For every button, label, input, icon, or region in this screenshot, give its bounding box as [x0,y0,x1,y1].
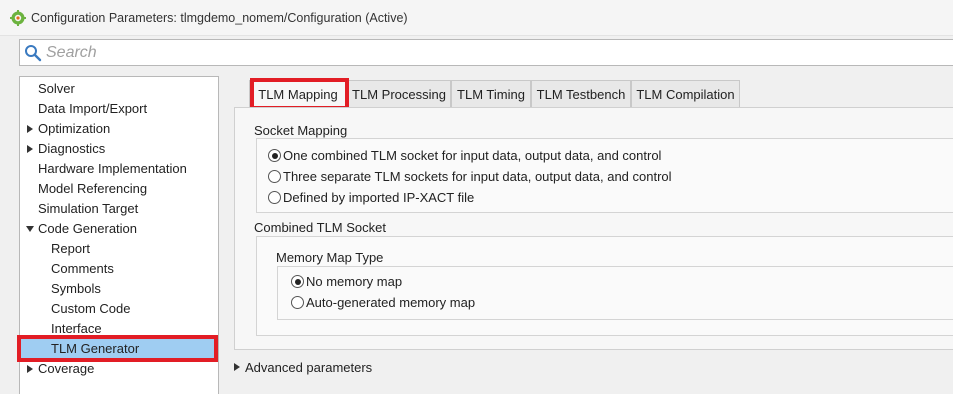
tab-tlm-timing[interactable]: TLM Timing [451,80,531,107]
search-icon [25,45,42,62]
tree-item-label: Hardware Implementation [38,161,187,176]
combined-socket-group: Memory Map Type No memory map Auto-gener… [256,236,953,336]
tree-item-comments[interactable]: Comments [20,259,218,279]
tree-item-report[interactable]: Report [20,239,218,259]
memory-map-group: No memory map Auto-generated memory map [277,266,953,320]
tree-item-simulation-target[interactable]: Simulation Target [20,199,218,219]
tree-item-coverage[interactable]: Coverage [20,359,218,379]
tree-item-label: Data Import/Export [38,101,148,116]
chevron-right-icon [234,363,240,371]
tree-item-tlm-generator[interactable]: TLM Generator [20,339,218,359]
tab-label: TLM Timing [457,86,525,102]
category-tree: Solver Data Import/Export Optimization D… [19,76,219,394]
radio-button[interactable] [268,191,281,204]
title-bar: Configuration Parameters: tlmgdemo_nomem… [0,0,953,36]
tab-tlm-mapping[interactable]: TLM Mapping [249,80,347,107]
radio-label: One combined TLM socket for input data, … [283,148,662,163]
radio-ip-xact-file[interactable]: Defined by imported IP-XACT file [268,190,474,205]
radio-label: Auto-generated memory map [306,295,476,310]
advanced-parameters-toggle[interactable]: Advanced parameters [232,358,372,376]
radio-button[interactable] [268,149,281,162]
tree-item-label: Code Generation [38,221,138,236]
tree-item-label: TLM Generator [51,341,140,356]
chevron-down-icon[interactable] [25,224,35,234]
tab-tlm-processing[interactable]: TLM Processing [347,80,451,107]
tree-item-label: Diagnostics [38,141,106,156]
tree-item-label: Coverage [38,361,95,376]
chevron-right-icon[interactable] [25,124,35,134]
tree-item-hardware-implementation[interactable]: Hardware Implementation [20,159,218,179]
tree-item-label: Comments [51,261,114,276]
radio-no-memory-map[interactable]: No memory map [291,274,402,289]
window-title: Configuration Parameters: tlmgdemo_nomem… [31,11,408,25]
socket-mapping-group: One combined TLM socket for input data, … [256,138,953,213]
tree-item-label: Interface [51,321,102,336]
tree-item-interface[interactable]: Interface [20,319,218,339]
tree-item-label: Report [51,241,91,256]
tab-label: TLM Testbench [536,86,626,102]
tree-item-label: Custom Code [51,301,131,316]
tab-tlm-compilation[interactable]: TLM Compilation [631,80,740,107]
radio-label: Three separate TLM sockets for input dat… [283,169,672,184]
search-input[interactable] [46,42,926,63]
tree-item-optimization[interactable]: Optimization [20,119,218,139]
tree-item-diagnostics[interactable]: Diagnostics [20,139,218,159]
search-box[interactable] [19,39,953,66]
combined-socket-heading: Combined TLM Socket [254,220,386,235]
tab-panel-tlm-mapping: Socket Mapping One combined TLM socket f… [234,107,953,350]
tree-item-label: Simulation Target [38,201,139,216]
gear-icon [10,10,26,26]
radio-button[interactable] [291,275,304,288]
radio-three-separate-sockets[interactable]: Three separate TLM sockets for input dat… [268,169,672,184]
radio-one-combined-socket[interactable]: One combined TLM socket for input data, … [268,148,661,163]
advanced-parameters-label: Advanced parameters [245,359,373,375]
radio-button[interactable] [291,296,304,309]
tab-label: TLM Mapping [258,86,338,102]
tree-item-label: Solver [38,81,75,96]
tree-item-label: Model Referencing [38,181,148,196]
chevron-right-icon[interactable] [25,364,35,374]
memory-map-heading: Memory Map Type [276,250,384,265]
tree-item-label: Optimization [38,121,111,136]
tree-item-custom-code[interactable]: Custom Code [20,299,218,319]
socket-mapping-heading: Socket Mapping [254,123,348,138]
tab-label: TLM Processing [352,86,446,102]
radio-auto-generated-memory-map[interactable]: Auto-generated memory map [291,295,475,310]
tree-item-data-import-export[interactable]: Data Import/Export [20,99,218,119]
tree-item-solver[interactable]: Solver [20,79,218,99]
chevron-right-icon[interactable] [25,144,35,154]
tab-label: TLM Compilation [636,86,735,102]
tree-item-label: Symbols [51,281,101,296]
tree-item-model-referencing[interactable]: Model Referencing [20,179,218,199]
tree-item-code-generation[interactable]: Code Generation [20,219,218,239]
radio-button[interactable] [268,170,281,183]
tree-item-symbols[interactable]: Symbols [20,279,218,299]
radio-label: Defined by imported IP-XACT file [283,190,475,205]
radio-label: No memory map [306,274,403,289]
tab-tlm-testbench[interactable]: TLM Testbench [531,80,631,107]
